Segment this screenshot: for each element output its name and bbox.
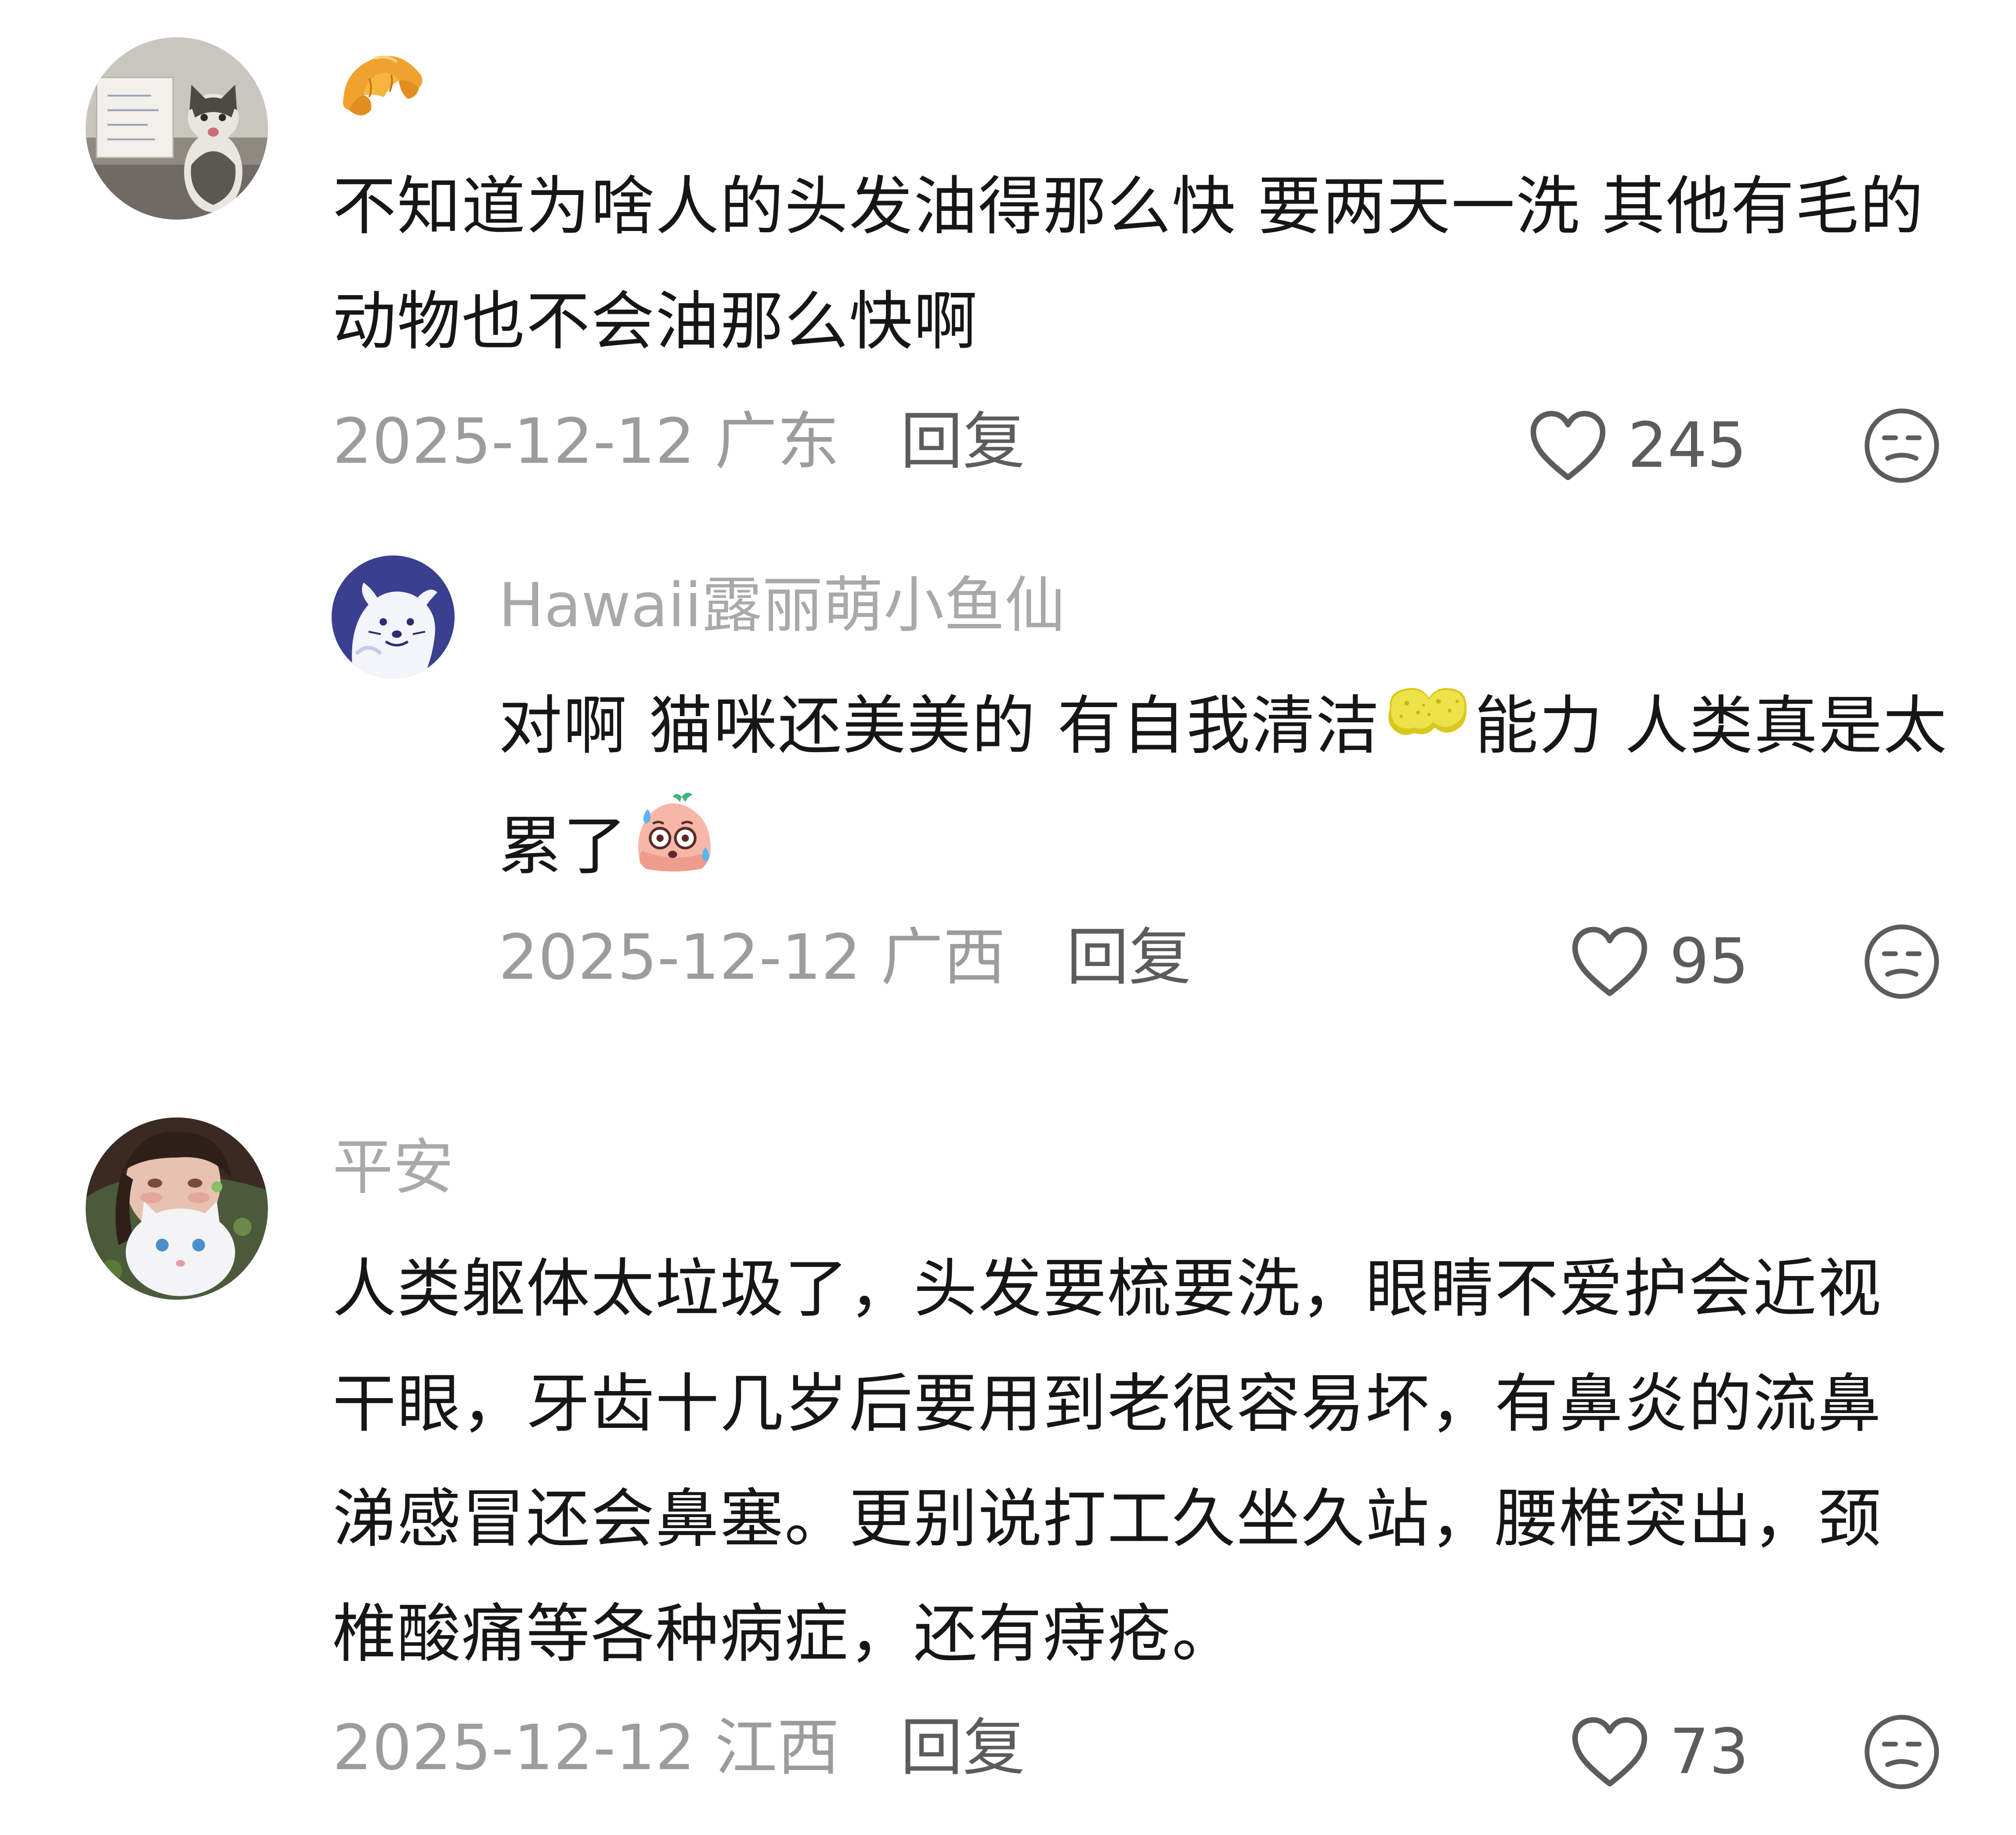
reply-button[interactable]: 回复	[900, 411, 1025, 473]
sweat-face-icon	[638, 793, 711, 872]
reply-date: 2025-12-12	[499, 921, 861, 994]
unamused-face-icon	[1864, 1715, 1939, 1789]
reply-location: 广西	[881, 921, 1006, 994]
comment-meta: 2025-12-12 广东	[332, 411, 839, 473]
comment-date: 2025-12-12	[332, 1712, 695, 1784]
dislike-button[interactable]	[1862, 406, 1941, 485]
username[interactable]: Hawaii露丽萌小鱼仙	[499, 575, 1065, 636]
avatar[interactable]	[86, 37, 268, 220]
avatar[interactable]	[86, 1118, 268, 1300]
like-button[interactable]: 245	[1528, 406, 1747, 485]
comment-date: 2025-12-12	[332, 405, 695, 478]
croissant-icon	[343, 55, 423, 115]
heart-icon	[1530, 411, 1606, 480]
comment-text: 不知道为啥人的头发油得那么快 要两天一洗 其他有毛的动物也不会油那么快啊	[332, 169, 1925, 359]
like-button[interactable]: 73	[1570, 1712, 1749, 1792]
like-button[interactable]: 95	[1570, 922, 1749, 1001]
comment-location: 广东	[715, 405, 840, 478]
avatar-seal-illustration	[332, 555, 455, 678]
like-count: 245	[1628, 409, 1747, 482]
unamused-face-icon	[1864, 408, 1939, 483]
sponge-emoji	[1380, 673, 1474, 788]
comment-text: 人类躯体太垃圾了，头发要梳要洗，眼睛不爱护会近视干眼，牙齿十几岁后要用到老很容易…	[332, 1252, 1882, 1671]
like-count: 95	[1669, 925, 1749, 998]
reply-button[interactable]: 回复	[900, 1717, 1025, 1779]
dislike-button[interactable]	[1862, 922, 1941, 1001]
sweat-face-emoji	[628, 788, 718, 914]
reply-text: 对啊 猫咪还美美的 有自我清洁 能力 人类真是太累了	[499, 669, 1961, 914]
comment-location: 江西	[715, 1712, 840, 1784]
username[interactable]: 平安	[332, 1137, 454, 1198]
heart-icon	[1572, 1717, 1647, 1787]
heart-icon	[1572, 927, 1647, 996]
reply-button[interactable]: 回复	[1066, 927, 1191, 989]
avatar[interactable]	[332, 555, 455, 678]
comment-meta: 2025-12-12 江西	[332, 1717, 839, 1779]
unamused-face-icon	[1864, 924, 1939, 999]
sponge-icon	[1388, 688, 1467, 735]
avatar-girl-cat-photo	[86, 1118, 268, 1300]
like-count: 73	[1669, 1716, 1749, 1788]
reply-meta: 2025-12-12 广西	[499, 927, 1005, 989]
avatar-cat-photo	[86, 37, 268, 220]
reply-text-part1: 对啊 猫咪还美美的 有自我清洁	[499, 689, 1380, 763]
dislike-button[interactable]	[1862, 1712, 1941, 1792]
croissant-emoji	[334, 42, 430, 134]
